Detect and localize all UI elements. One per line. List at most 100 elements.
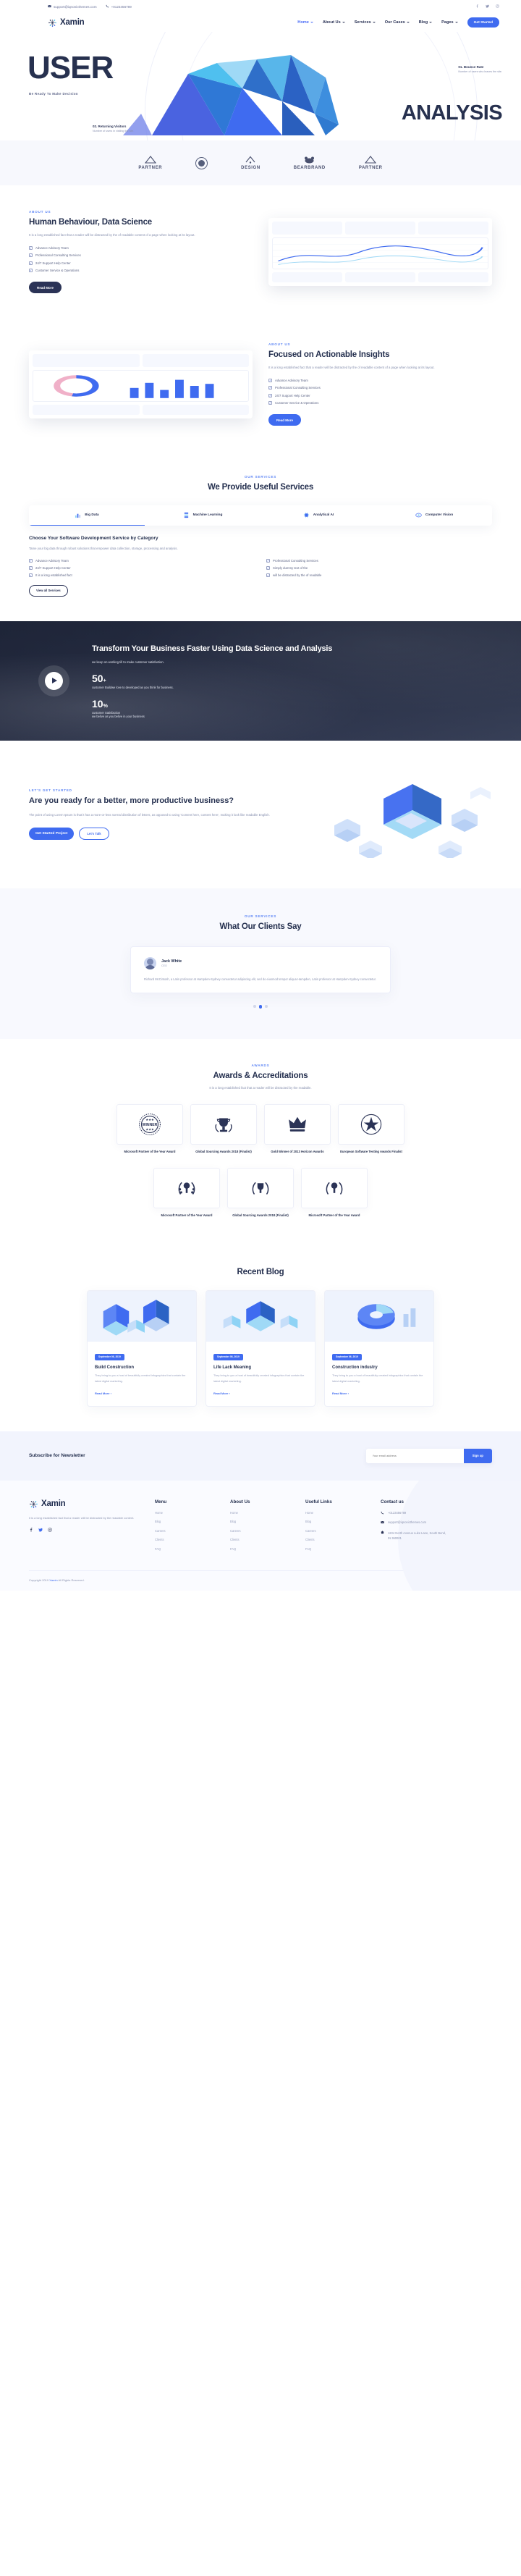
analytics-card [33,353,140,367]
footer-link[interactable]: Clients [155,1538,211,1541]
footer-link[interactable]: Blog [155,1520,211,1523]
about-2-screenshot [29,350,253,418]
facebook-icon[interactable] [29,1528,33,1533]
twitter-icon[interactable] [486,4,489,9]
award-item: European Software Testing Awards Finalis… [338,1104,404,1155]
services-panel-paragraph: Tame your big data through robust soluti… [29,547,178,551]
video-text-block: Transform Your Business Faster Using Dat… [92,644,332,718]
pagination-dot[interactable] [253,1005,256,1008]
get-started-project-button[interactable]: Get Started Project [29,827,75,840]
nav-label: Services [354,20,371,25]
footer-link[interactable]: Careers [230,1529,287,1533]
topbar-email[interactable]: support@iqnonicthemes.com [48,4,97,9]
read-more-label: Read More [95,1391,110,1395]
footer-link[interactable]: FAQ [305,1547,362,1551]
footer-link[interactable]: Home [305,1511,362,1515]
facebook-icon[interactable] [475,4,479,9]
view-all-services-button[interactable]: View all Services [29,584,68,597]
about-2-checklist: ✓ Advance Advisory Team ✓ Professional Con… [268,378,492,405]
nav-item-home[interactable]: Home [297,20,313,25]
about-1-paragraph: It is a long established fact that a rea… [29,233,195,237]
footer-link[interactable]: Home [230,1511,287,1515]
footer-link[interactable]: Blog [230,1520,287,1523]
nav-item-pages[interactable]: Pages [441,20,458,25]
tab-label: Machine Learning [192,513,223,518]
partner-logo-4[interactable]: BEARBRAND [294,156,326,170]
footer-link[interactable]: FAQ [155,1547,211,1551]
nav-item-our-cases[interactable]: Our Cases [385,20,410,25]
instagram-icon[interactable] [496,4,499,9]
blog-thumbnail-chart [325,1291,433,1342]
instagram-icon[interactable] [48,1528,52,1533]
pagination-dot-active[interactable] [258,1005,263,1009]
cta-buttons: Get Started Project Let's Talk [29,827,311,840]
video-stat-1-number: 50+ [92,673,332,684]
tab-machine-learning[interactable]: Machine Learning [145,505,260,526]
tab-analytical-ai[interactable]: Analytical AI [260,505,376,526]
partner-logo-5[interactable]: PARTNER [359,156,383,170]
partner-logo-3[interactable]: DESIGN [241,156,260,170]
newsletter-title: Subscribe for Newsletter [29,1453,85,1459]
video-title: Transform Your Business Faster Using Dat… [92,644,333,653]
footer-contact-phone[interactable]: +0123456789 [381,1511,449,1515]
check-icon: ✓ [268,393,272,397]
footer-link[interactable]: Clients [305,1538,362,1541]
checklist-item: ✓ Customer Service & Operations [29,269,253,273]
partner-logo-2[interactable] [195,156,208,169]
nav-label: About Us [322,20,341,25]
about-1-eyebrow: ABOUT US [29,210,51,214]
blog-read-more-link[interactable]: Read More › [213,1392,230,1395]
footer-link[interactable]: Careers [305,1529,362,1533]
footer-link[interactable]: Blog [305,1520,362,1523]
check-icon: ✓ [29,261,33,265]
twitter-icon[interactable] [38,1528,43,1533]
blog-card[interactable]: September 06, 2019 Life Lack Meaning The… [206,1290,315,1407]
lets-talk-button[interactable]: Let's Talk [79,827,109,840]
brand-logo[interactable]: Xamin [48,18,85,28]
blog-read-more-link[interactable]: Read More › [95,1392,111,1395]
nav-item-services[interactable]: Services [355,20,376,25]
svg-text:★★★: ★★★ [145,1128,154,1132]
about-1-text: ABOUT US Human Behaviour, Data Science I… [29,210,253,294]
pagination-dot[interactable] [265,1005,268,1008]
video-stat-2-number: 10% [92,698,332,710]
topbar-phone-text: +0123456789 [111,4,132,9]
chevron-down-icon [454,22,458,23]
get-started-button[interactable]: Get Started [467,17,499,28]
home-icon [381,1530,384,1535]
about-2-read-more-button[interactable]: Read More [268,414,302,426]
footer-socials [29,1528,136,1533]
blog-thumbnail-cubes [206,1291,315,1342]
bars-icon [75,512,81,518]
hero-subtitle: Be Ready To Make Decision [29,92,78,96]
footer-link[interactable]: FAQ [230,1547,287,1551]
footer-link[interactable]: Clients [230,1538,287,1541]
nav-item-blog[interactable]: Blog [418,20,433,25]
nav-item-about-us[interactable]: About Us [323,20,345,25]
check-icon: ✓ [29,565,33,570]
tab-computer-vision[interactable]: Computer Vision [376,505,492,526]
footer-link[interactable]: Home [155,1511,211,1515]
testimonial-card: Jack White CEO Richard McCintosh, a Lati… [130,946,391,994]
stat-value: 50 [92,672,103,684]
newsletter-email-input[interactable] [365,1449,464,1463]
newsletter-signup-button[interactable]: Sign up [463,1448,492,1463]
checklist-item: ✓ 24/7 Support Help Center [29,261,253,265]
blog-card[interactable]: September 06, 2019 Build Construction Th… [87,1290,197,1407]
play-video-button[interactable] [45,671,63,690]
partner-name: PARTNER [138,166,163,170]
tab-big-data[interactable]: Big Data [29,505,145,526]
topbar-phone[interactable]: +0123456789 [106,4,132,9]
blog-read-more-link[interactable]: Read More › [332,1392,349,1395]
partner-logo-1[interactable]: PARTNER [138,156,162,170]
blog-card[interactable]: September 06, 2019 Construction industry… [324,1290,434,1407]
footer-logo[interactable]: Xamin [29,1499,136,1509]
footer-contact-email[interactable]: support@iqnonicthemes.com [381,1520,449,1525]
award-title: Global Sourcing Awards 2018 (Finalist) [232,1213,289,1217]
blog-date-badge: September 06, 2019 [213,1353,243,1360]
award-badge [227,1167,294,1208]
nav-label: Blog [418,20,428,25]
about-1-read-more-button[interactable]: Read More [29,282,62,294]
testimonials-heading: OUR SERVICES What Our Clients Say [29,914,492,932]
footer-link[interactable]: Careers [155,1529,211,1533]
